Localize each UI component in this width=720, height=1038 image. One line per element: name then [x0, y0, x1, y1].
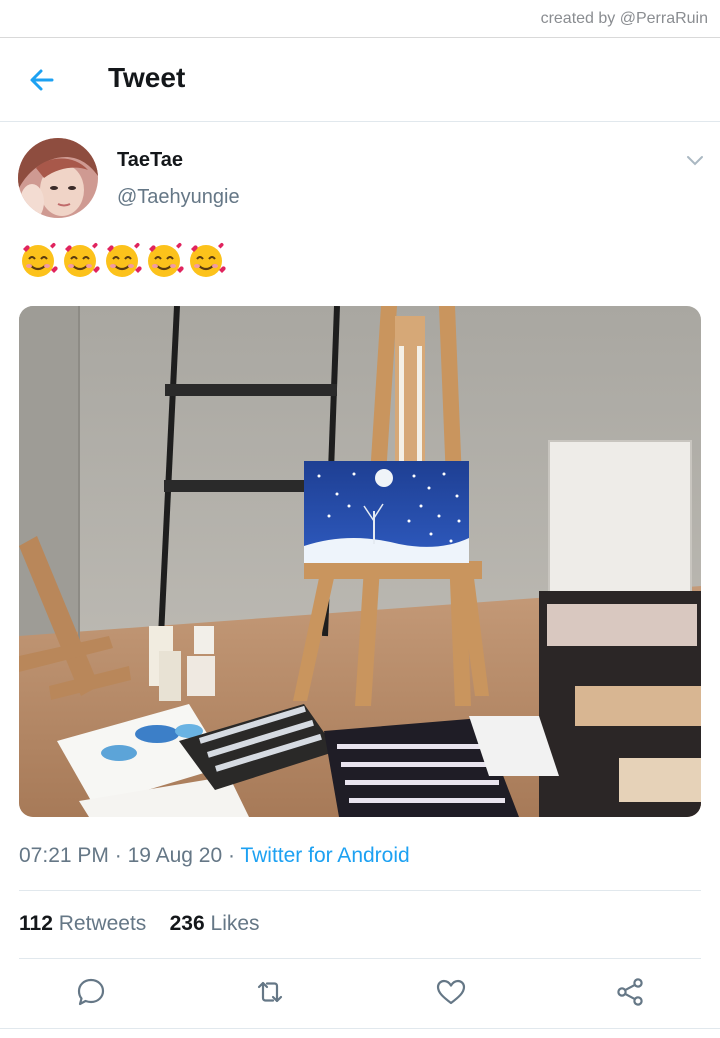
action-bar — [0, 976, 720, 1010]
like-icon[interactable] — [435, 976, 467, 1008]
retweet-count: 112 — [19, 912, 53, 935]
user-handle[interactable]: @Taehyungie — [117, 186, 240, 209]
chevron-down-icon[interactable] — [684, 150, 706, 172]
avatar[interactable] — [18, 138, 98, 218]
tweet-text — [18, 240, 226, 280]
app-header: Tweet — [0, 38, 720, 122]
likes-label: Likes — [210, 912, 260, 935]
arrow-left-icon[interactable] — [26, 64, 58, 96]
smiling-face-with-hearts-icon — [22, 242, 58, 277]
divider — [0, 121, 720, 122]
smiling-face-with-hearts-icon — [148, 242, 184, 277]
retweets-label: Retweets — [58, 912, 147, 935]
tweet-meta: 07:21 PM · 19 Aug 20 · Twitter for Andro… — [19, 844, 410, 868]
divider — [19, 890, 701, 891]
divider — [19, 958, 701, 959]
tweet-photo[interactable] — [19, 306, 701, 817]
share-icon[interactable] — [614, 976, 646, 1008]
tweet-source-link[interactable]: Twitter for Android — [240, 844, 409, 867]
like-count: 236 — [169, 912, 205, 935]
smiling-face-with-hearts-icon — [190, 242, 226, 277]
smiling-face-with-hearts-icon — [64, 242, 100, 277]
separator: · — [114, 844, 128, 867]
tweet-date: 19 Aug 20 — [127, 844, 223, 867]
retweet-icon[interactable] — [254, 976, 286, 1008]
tweet-time: 07:21 PM — [19, 844, 109, 867]
watermark: created by @PerraRuin — [540, 10, 708, 27]
divider — [0, 1028, 720, 1029]
display-name[interactable]: TaeTae — [117, 149, 183, 172]
tweet-stats: 112 Retweets 236 Likes — [19, 912, 260, 936]
separator: · — [228, 844, 241, 867]
retweets-stat[interactable]: 112 Retweets — [19, 912, 146, 935]
smiling-face-with-hearts-icon — [106, 242, 142, 277]
likes-stat[interactable]: 236 Likes — [170, 912, 260, 935]
page-title: Tweet — [108, 62, 186, 93]
reply-icon[interactable] — [75, 976, 107, 1008]
